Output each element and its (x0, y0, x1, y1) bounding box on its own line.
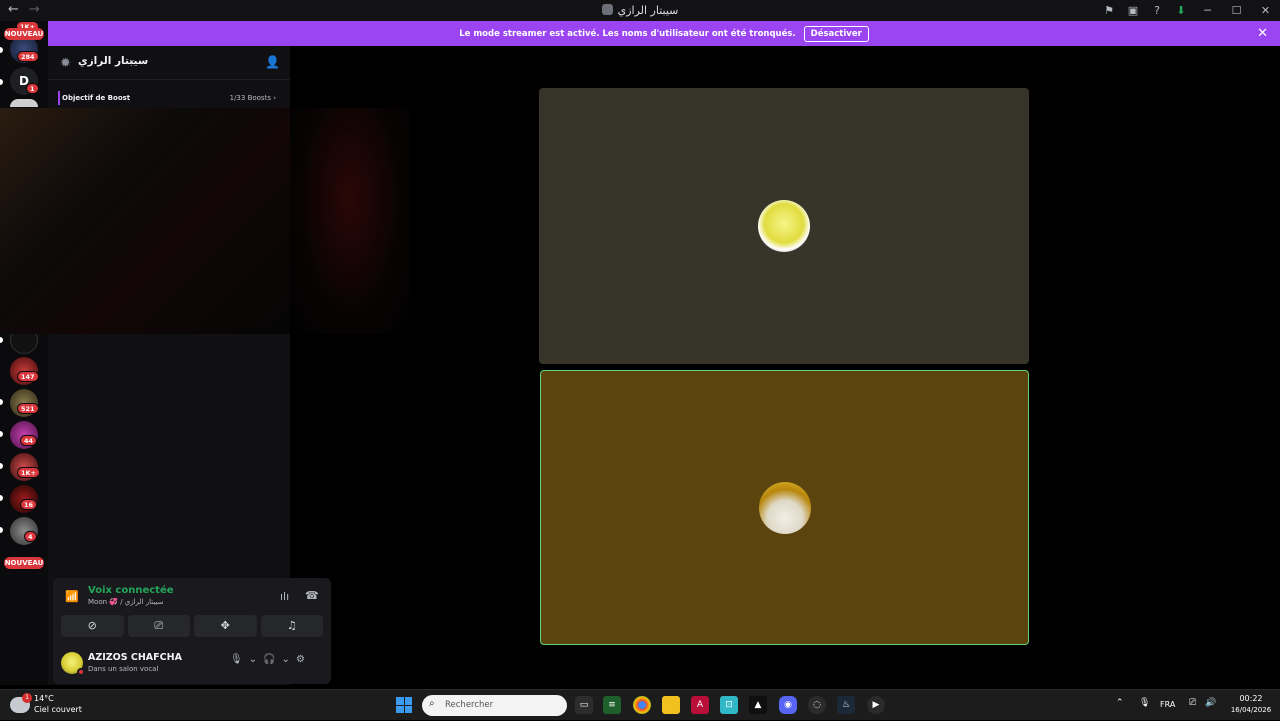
mic-icon[interactable]: 🎙 (230, 654, 243, 665)
share-screen-button[interactable]: ⎚ (127, 615, 190, 637)
camera-off-button[interactable]: ⊘ (61, 615, 124, 637)
status-indicator (77, 668, 85, 676)
unread-pill (0, 527, 3, 533)
help-icon[interactable]: ? (1145, 4, 1169, 17)
mention-badge: 521 (17, 403, 39, 414)
new-badge: NOUVEAU (4, 28, 44, 40)
mention-badge: 44 (20, 435, 38, 446)
back-icon[interactable]: ← (8, 2, 19, 17)
chevron-up-icon[interactable]: ⌃ (1116, 698, 1124, 708)
mention-badge: 4 (24, 531, 37, 542)
server-icon[interactable] (10, 99, 38, 107)
taskbar-search[interactable]: ⌕ Rechercher (422, 695, 567, 716)
mention-badge: 16 (20, 499, 38, 510)
app-icon[interactable]: ◌ (808, 696, 826, 714)
mention-badge: 1 (26, 83, 39, 94)
app-icon[interactable]: A (691, 696, 709, 714)
app-icon[interactable]: ▲ (749, 696, 767, 714)
server-badge-icon: ✹ (60, 56, 71, 71)
server-header[interactable]: ✹ سيبتار الرازي ⌄ 👤 (48, 46, 290, 80)
soundboard-button[interactable]: ♫ (260, 615, 323, 637)
chevron-down-icon[interactable]: ⌄ (249, 654, 257, 665)
participant-tile[interactable] (539, 88, 1029, 364)
username: AZIZOS CHAFCHA (88, 652, 182, 663)
media-player-icon[interactable]: ▶ (867, 696, 885, 714)
banner-message: Le mode streamer est activé. Les noms d'… (459, 28, 796, 39)
steam-icon[interactable]: ♨ (837, 696, 855, 714)
unread-pill (0, 399, 3, 405)
title-bar: ← → سيبتار الرازي ⚑ ▣ ? ⬇ ─ ☐ ✕ (0, 0, 1280, 21)
stream-preview[interactable] (0, 108, 290, 334)
folder-icon[interactable] (662, 696, 680, 714)
voice-channel[interactable]: Moon 💞 / سيبتار الرازي (88, 598, 163, 606)
network-icon[interactable]: ⎚ (1189, 698, 1196, 708)
window-tools: ⚑ ▣ ? ⬇ ─ ☐ ✕ (1097, 0, 1280, 21)
signal-icon[interactable]: 📶 (65, 590, 79, 603)
stream-backdrop (290, 108, 410, 334)
voice-panel: 📶 Voix connectée Moon 💞 / سيبتار الرازي … (53, 578, 331, 684)
language-indicator[interactable]: FRA (1160, 700, 1175, 709)
taskbar: 1 14°C Ciel couvert ⌕ Rechercher ▭ ≡ A ⊡… (0, 689, 1280, 720)
app-icon[interactable]: ≡ (603, 696, 621, 714)
headphones-icon[interactable]: 🎧 (263, 654, 275, 665)
mic-icon[interactable]: 🎙 (1139, 698, 1150, 708)
task-view-icon[interactable]: ▭ (575, 696, 593, 714)
noise-suppression-icon[interactable]: ılı (280, 590, 289, 603)
boost-goal-count: 1/33 Boosts › (229, 94, 276, 102)
discord-icon[interactable]: ◉ (779, 696, 797, 714)
mention-badge: 147 (17, 371, 39, 382)
app-icon[interactable]: ⊡ (720, 696, 738, 714)
unread-pill (0, 79, 3, 85)
mention-badge: 284 (17, 51, 39, 62)
unread-pill (0, 495, 3, 501)
server-name: سيبتار الرازي (78, 55, 149, 67)
voice-actions: ⊘ ⎚ ✥ ♫ (61, 615, 323, 637)
boost-goal-label: Objectif de Boost (62, 94, 131, 102)
unread-pill (0, 337, 3, 343)
voice-status[interactable]: Voix connectée (88, 585, 174, 596)
forward-icon[interactable]: → (29, 2, 40, 17)
weather-condition: Ciel couvert (34, 705, 82, 714)
clock-time[interactable]: 00:22 (1226, 694, 1276, 703)
gear-icon[interactable]: ⚙ (296, 654, 305, 665)
window-title-text: سيبتار الرازي (617, 4, 679, 17)
participant-tile-speaking[interactable] (540, 370, 1029, 645)
disable-streamer-button[interactable]: Désactiver (803, 25, 869, 42)
chrome-icon[interactable] (633, 696, 651, 714)
download-icon[interactable]: ⬇ (1169, 4, 1193, 17)
streamer-mode-banner: Le mode streamer est activé. Les noms d'… (48, 21, 1280, 46)
unread-pill (0, 431, 3, 437)
volume-icon[interactable]: 🔊 (1205, 698, 1216, 708)
avatar (758, 200, 810, 252)
screen-share-icon[interactable]: ▣ (1121, 4, 1145, 17)
maximize-button[interactable]: ☐ (1222, 4, 1251, 17)
start-button[interactable] (396, 697, 412, 713)
boost-goal[interactable]: Objectif de Boost 1/33 Boosts › (58, 91, 276, 105)
window-title: سيبتار الرازي (0, 4, 1280, 17)
chevron-down-icon[interactable]: ⌄ (128, 55, 136, 65)
close-window-button[interactable]: ✕ (1251, 4, 1280, 17)
inbox-icon[interactable]: ⚑ (1097, 4, 1121, 17)
user-controls: 🎙 ⌄ 🎧 ⌄ ⚙ (230, 654, 305, 665)
unread-pill (0, 463, 3, 469)
nav-buttons: ← → (8, 2, 40, 17)
disconnect-icon[interactable]: ☎ (305, 589, 319, 602)
search-icon: ⌕ (429, 698, 435, 709)
unread-pill (0, 47, 3, 53)
server-icon (601, 4, 613, 15)
user-status: Dans un salon vocal (88, 665, 159, 673)
temperature: 14°C (34, 694, 54, 703)
activities-button[interactable]: ✥ (194, 615, 257, 637)
avatar (758, 481, 811, 534)
add-user-icon[interactable]: 👤 (265, 55, 280, 69)
mention-badge: 1K+ (17, 467, 41, 478)
notification-badge: 1 (22, 693, 32, 703)
close-icon[interactable]: ✕ (1257, 26, 1268, 41)
chevron-down-icon[interactable]: ⌄ (282, 654, 290, 665)
search-placeholder: Rechercher (445, 700, 494, 710)
clock-date[interactable]: 16/04/2026 (1226, 706, 1276, 714)
minimize-button[interactable]: ─ (1193, 4, 1222, 17)
new-badge: NOUVEAU (4, 557, 44, 569)
user-panel: AZIZOS CHAFCHA Dans un salon vocal 🎙 ⌄ 🎧… (53, 648, 331, 684)
